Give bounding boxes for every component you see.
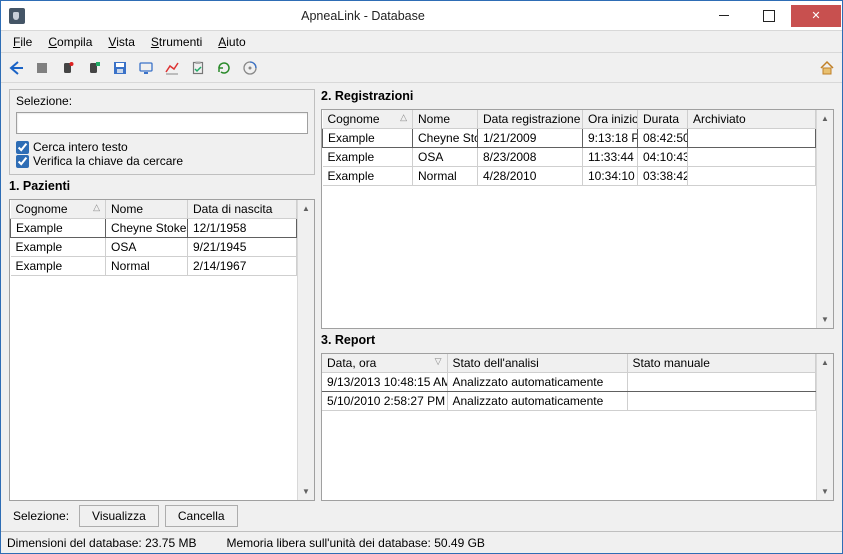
registrazioni-heading: 2. Registrazioni	[321, 89, 834, 103]
cancella-button[interactable]: Cancella	[165, 505, 238, 527]
maximize-button[interactable]	[746, 5, 791, 27]
menu-vista-label: ista	[116, 35, 135, 49]
save-icon[interactable]	[110, 58, 130, 78]
window: ApneaLink - Database File Compila Vista …	[0, 0, 843, 554]
visualizza-button[interactable]: Visualizza	[79, 505, 159, 527]
minimize-button[interactable]	[701, 5, 746, 27]
pat-col-nome[interactable]: Nome	[106, 200, 188, 219]
pazienti-heading: 1. Pazienti	[9, 179, 315, 193]
search-input[interactable]	[16, 112, 308, 134]
menu-file[interactable]: File	[6, 33, 39, 51]
reg-col-nome[interactable]: Nome	[413, 110, 478, 129]
table-row[interactable]: 9/13/2013 10:48:15 AMAnalizzato automati…	[322, 373, 816, 392]
table-row[interactable]: ExampleNormal2/14/1967	[11, 257, 297, 276]
menu-strumenti[interactable]: Strumenti	[144, 33, 209, 51]
chart-icon[interactable]	[162, 58, 182, 78]
table-row[interactable]: ExampleNormal4/28/201010:34:1003:38:42	[323, 167, 816, 186]
chk-intero-row[interactable]: Cerca intero testo	[16, 140, 308, 154]
report-heading: 3. Report	[321, 333, 834, 347]
scroll-up-icon[interactable]: ▲	[817, 110, 833, 127]
table-row[interactable]: ExampleOSA9/21/1945	[11, 238, 297, 257]
db-free-cell: Memoria libera sull'unità dei database: …	[226, 536, 484, 550]
client-area: Selezione: Cerca intero testo Verifica l…	[1, 83, 842, 531]
scroll-up-icon[interactable]: ▲	[298, 200, 314, 217]
reg-col-ora[interactable]: Ora inizio	[583, 110, 638, 129]
reg-col-data[interactable]: Data registrazione	[478, 110, 583, 129]
command-row: Selezione: Visualizza Cancella	[9, 505, 834, 527]
pat-col-nascita[interactable]: Data di nascita	[188, 200, 297, 219]
device2-icon[interactable]	[84, 58, 104, 78]
scrollbar[interactable]: ▲ ▼	[297, 200, 314, 500]
titlebar: ApneaLink - Database	[1, 1, 842, 31]
report-grid: Data, ora▽ Stato dell'analisi Stato manu…	[321, 353, 834, 501]
scrollbar[interactable]: ▲ ▼	[816, 354, 833, 500]
menu-compila-label: ompila	[57, 35, 92, 49]
menu-compila[interactable]: Compila	[41, 33, 99, 51]
back-icon[interactable]	[6, 58, 26, 78]
table-row[interactable]: ExampleOSA8/23/200811:33:4404:10:43	[323, 148, 816, 167]
device-icon[interactable]	[58, 58, 78, 78]
menubar: File Compila Vista Strumenti Aiuto	[1, 31, 842, 53]
reg-col-arch[interactable]: Archiviato	[688, 110, 816, 129]
menu-aiuto-label: iuto	[226, 35, 245, 49]
toolbar	[1, 53, 842, 83]
window-buttons	[701, 5, 841, 27]
pazienti-grid: Cognome△ Nome Data di nascita ExampleChe…	[9, 199, 315, 501]
disc-icon[interactable]	[240, 58, 260, 78]
menu-vista[interactable]: Vista	[101, 33, 141, 51]
monitor-icon[interactable]	[136, 58, 156, 78]
chk-intero[interactable]	[16, 141, 29, 154]
scroll-down-icon[interactable]: ▼	[817, 311, 833, 328]
clipboard-icon[interactable]	[188, 58, 208, 78]
scrollbar[interactable]: ▲ ▼	[816, 110, 833, 328]
menu-strumenti-label: trumenti	[159, 35, 202, 49]
chk-chiave[interactable]	[16, 155, 29, 168]
chk-chiave-label: Verifica la chiave da cercare	[33, 154, 183, 168]
home-icon[interactable]	[817, 58, 837, 78]
selection-bottom-label: Selezione:	[13, 509, 69, 523]
chk-intero-label: Cerca intero testo	[33, 140, 128, 154]
table-row[interactable]: ExampleCheyne Stokes12/1/1958	[11, 219, 297, 238]
pat-col-cognome[interactable]: Cognome△	[11, 200, 106, 219]
selection-group: Selezione: Cerca intero testo Verifica l…	[9, 89, 315, 175]
rep-col-stato[interactable]: Stato dell'analisi	[447, 354, 627, 373]
menu-aiuto[interactable]: Aiuto	[211, 33, 252, 51]
reg-col-durata[interactable]: Durata	[638, 110, 688, 129]
rep-col-manuale[interactable]: Stato manuale	[627, 354, 816, 373]
db-size-cell: Dimensioni del database: 23.75 MB	[7, 536, 196, 550]
scroll-down-icon[interactable]: ▼	[817, 483, 833, 500]
table-row[interactable]: ExampleCheyne Sto1/21/20099:13:18 P08:42…	[323, 129, 816, 148]
scroll-down-icon[interactable]: ▼	[298, 483, 314, 500]
chk-chiave-row[interactable]: Verifica la chiave da cercare	[16, 154, 308, 168]
statusbar: Dimensioni del database: 23.75 MB Memori…	[1, 531, 842, 553]
scroll-up-icon[interactable]: ▲	[817, 354, 833, 371]
close-button[interactable]	[791, 5, 841, 27]
registrazioni-grid: Cognome△ Nome Data registrazione Ora ini…	[321, 109, 834, 329]
stop-icon[interactable]	[32, 58, 52, 78]
reg-col-cognome[interactable]: Cognome△	[323, 110, 413, 129]
window-title: ApneaLink - Database	[25, 9, 701, 23]
table-row[interactable]: 5/10/2010 2:58:27 PMAnalizzato automatic…	[322, 392, 816, 411]
app-icon	[9, 8, 25, 24]
rep-col-data[interactable]: Data, ora▽	[322, 354, 447, 373]
menu-file-label: ile	[20, 35, 32, 49]
refresh-icon[interactable]	[214, 58, 234, 78]
selection-label: Selezione:	[16, 94, 308, 108]
